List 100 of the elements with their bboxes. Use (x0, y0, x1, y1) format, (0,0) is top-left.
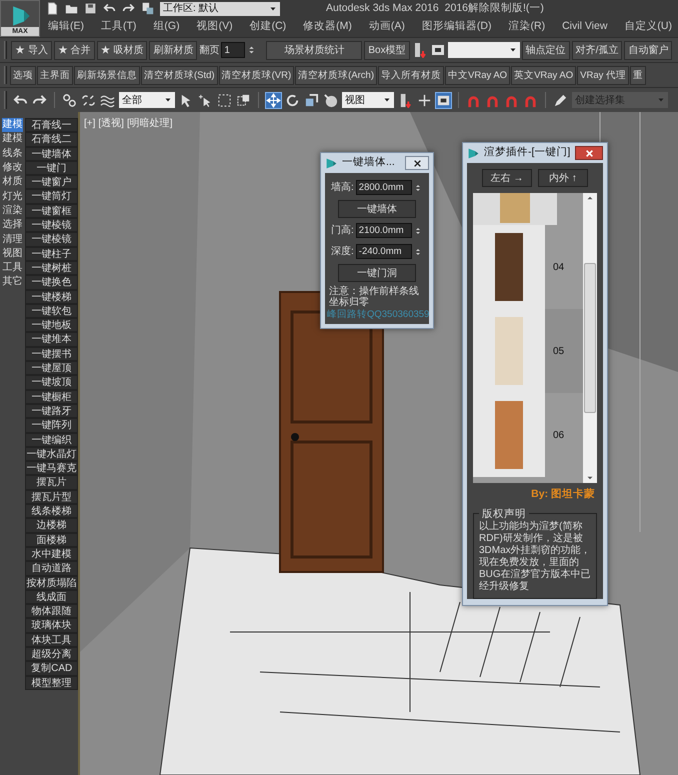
tool-button[interactable]: 石膏线一 (25, 118, 78, 132)
toolbar-button[interactable]: Box模型 (364, 40, 410, 60)
toolbar-button[interactable]: 刷新材质 (149, 40, 198, 60)
value-field[interactable]: -240.0mm (356, 244, 412, 259)
tool-button[interactable]: 一键换色 (25, 275, 78, 290)
menu-item[interactable]: 工具(T) (101, 19, 136, 35)
tool-button[interactable]: 一键棱镜 (25, 218, 78, 232)
rotate-icon[interactable] (285, 92, 300, 108)
toolbar-button[interactable]: 英文VRay AO (511, 66, 576, 84)
tool-button[interactable]: 一键棱镜 (25, 232, 78, 247)
door-item[interactable]: 05 (473, 309, 583, 393)
category-tab[interactable]: 修改 (2, 160, 24, 176)
tool-button[interactable]: 一键树桩 (25, 260, 78, 276)
wave-icon[interactable] (100, 92, 115, 108)
tool-button[interactable]: 线成面 (25, 590, 78, 604)
tool-button[interactable]: 边楼梯 (25, 518, 78, 533)
menu-item[interactable]: 编辑(E) (48, 19, 84, 35)
scale-icon[interactable] (304, 92, 319, 108)
tool-button[interactable]: 按材质塌陷 (25, 576, 78, 590)
tool-button[interactable]: 一键柱子 (25, 246, 78, 261)
workspace-dropdown[interactable]: 工作区: 默认 (160, 2, 280, 16)
pivot-icon[interactable] (398, 92, 413, 108)
box-model-icon[interactable] (430, 42, 446, 58)
tool-button[interactable]: 物体跟随 (25, 604, 78, 618)
tool-button[interactable]: 模型整理 (25, 676, 78, 690)
toolbar-button[interactable]: 刷新场景信息 (74, 66, 140, 84)
menu-item[interactable]: 动画(A) (368, 19, 405, 35)
unlink-icon[interactable] (81, 92, 96, 108)
tool-button[interactable]: 体块工具 (25, 632, 78, 647)
category-tab[interactable]: 其它 (2, 275, 24, 290)
tool-button[interactable]: 一键摆书 (25, 346, 78, 362)
toolbar-button[interactable]: ★ 吸材质 (96, 40, 148, 60)
tool-button[interactable]: 面楼梯 (25, 532, 78, 547)
link-icon[interactable] (62, 92, 77, 108)
tool-button[interactable]: 超级分离 (25, 646, 78, 662)
tool-button[interactable]: 线条楼梯 (25, 504, 78, 518)
category-tab[interactable]: 工具 (2, 260, 24, 276)
tool-button[interactable]: 一键编织 (25, 432, 78, 447)
toolbar-button[interactable]: 选项 (10, 66, 36, 84)
menu-item[interactable]: 自定义(U) (624, 19, 672, 35)
tool-button[interactable]: 一键软包 (25, 304, 78, 318)
toolbar-button[interactable]: 场景材质统计 (266, 40, 362, 60)
tool-button[interactable]: 一键地板 (25, 318, 78, 332)
tool-button[interactable]: 一键阵列 (25, 418, 78, 433)
tool-button[interactable]: 自动道路 (25, 561, 78, 576)
tool-button[interactable]: 石膏线二 (25, 132, 78, 147)
tool-button[interactable]: 一键屋顶 (25, 361, 78, 376)
menu-item[interactable]: 视图(V) (196, 19, 233, 35)
tool-button[interactable]: 水中建模 (25, 546, 78, 562)
category-tab[interactable]: 渲染 (2, 204, 24, 218)
tool-button[interactable]: 复制CAD (25, 661, 78, 676)
coordinate-dropdown[interactable]: 视图 (342, 92, 394, 108)
filter-dropdown[interactable]: 全部 (119, 92, 175, 108)
tool-button[interactable]: 一键坡顶 (25, 375, 78, 390)
tool-button[interactable]: 摆瓦片型 (25, 490, 78, 504)
window-crossing-icon[interactable] (236, 92, 251, 108)
toolbar-button[interactable]: 主界面 (37, 66, 73, 84)
category-tab[interactable]: 线条 (2, 146, 24, 161)
tool-button[interactable]: 摆瓦片 (25, 475, 78, 490)
toolbar-button[interactable]: ★ 合并 (54, 40, 95, 60)
toolbar-button[interactable]: VRay 代理 (577, 66, 630, 84)
close-button[interactable] (405, 156, 429, 170)
toolbar-button[interactable]: 自动窗户 (624, 40, 672, 60)
direction-button[interactable]: 左右 → (482, 169, 532, 187)
value-field[interactable]: 2100.0mm (356, 223, 412, 238)
scrollbar[interactable] (583, 193, 597, 483)
category-tab[interactable]: 建模 (2, 118, 24, 132)
category-tab[interactable]: 清理 (2, 232, 24, 247)
tool-button[interactable]: 玻璃体块 (25, 618, 78, 633)
sphere-icon[interactable] (323, 92, 338, 108)
project-icon[interactable] (141, 2, 154, 15)
move-icon[interactable] (266, 92, 281, 108)
tool-button[interactable]: 一键楼梯 (25, 290, 78, 304)
viewport-label[interactable]: [明暗处理] (126, 116, 173, 131)
action-button[interactable]: 一键门洞 (338, 264, 416, 282)
pen-icon[interactable] (553, 92, 568, 108)
tool-button[interactable]: 一键橱柜 (25, 390, 78, 404)
selection-rect-icon[interactable] (217, 92, 232, 108)
toolbar-button[interactable]: 清空材质球(Std) (141, 66, 218, 84)
viewport-label[interactable]: [+] (84, 116, 96, 131)
tool-button[interactable]: 一键马赛克 (25, 461, 78, 476)
menu-item[interactable]: 渲染(R) (508, 19, 546, 35)
tool-button[interactable]: 一键窗框 (25, 204, 78, 218)
category-tab[interactable]: 视图 (2, 246, 24, 261)
tool-button[interactable]: 一键堆本 (25, 332, 78, 347)
toolbar-button[interactable]: 中文VRay AO (445, 66, 510, 84)
value-field[interactable]: 2800.0mm (356, 180, 412, 195)
close-button[interactable] (575, 146, 603, 160)
tool-button[interactable]: 一键墙体 (25, 146, 78, 161)
toolbar-button[interactable]: ★ 导入 (11, 40, 52, 60)
action-button[interactable]: 一键墙体 (338, 200, 416, 218)
category-tab[interactable]: 灯光 (2, 189, 24, 204)
snap-icon[interactable] (436, 92, 451, 108)
menu-item[interactable]: 修改器(M) (303, 19, 352, 35)
menu-item[interactable]: 图形编辑器(D) (422, 19, 492, 35)
category-tab[interactable]: 材质 (2, 175, 24, 190)
category-tab[interactable]: 选择 (2, 218, 24, 232)
tool-button[interactable]: 一键筒灯 (25, 189, 78, 204)
tool-button[interactable]: 一键门 (25, 160, 78, 176)
scroll-thumb[interactable] (584, 263, 596, 413)
